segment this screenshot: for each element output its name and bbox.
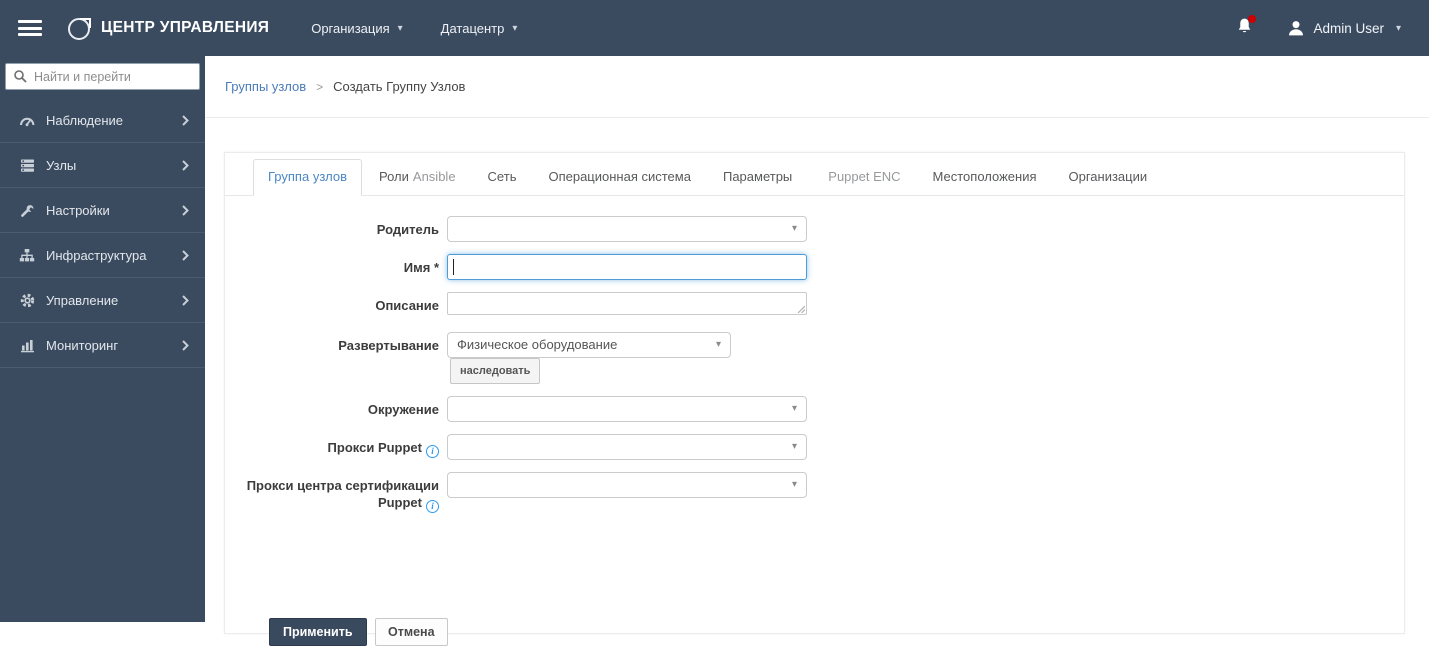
chevron-down-icon: ▾ [1396,23,1401,34]
gear-icon [18,293,36,308]
bar-chart-icon [18,338,36,353]
brand-logo[interactable]: ЦЕНТР УПРАВЛЕНИЯ [66,15,269,42]
description-label: Описание [225,292,447,315]
chevron-down-icon: ▾ [792,479,797,490]
servers-icon [18,158,36,173]
form-row-puppet-proxy: Прокси Puppeti ▾ [225,434,1404,460]
tab-locations[interactable]: Местоположения [918,159,1052,195]
name-label: Имя * [225,254,447,280]
top-navbar: ЦЕНТР УПРАВЛЕНИЯ Организация ▾ Датацентр… [0,0,1429,56]
tab-bar: Группа узлов РолиAnsible Сеть Операционн… [225,153,1404,196]
sidebar-item-hosts[interactable]: Узлы [0,143,205,188]
submit-button[interactable]: Применить [269,618,367,646]
chevron-right-icon [182,115,189,126]
chevron-down-icon: ▾ [792,441,797,452]
puppet-proxy-label: Прокси Puppeti [225,434,447,460]
puppet-ca-proxy-select[interactable]: ▾ [447,472,807,498]
tab-parameters[interactable]: Параметры [708,159,807,195]
tab-operating-system[interactable]: Операционная система [533,159,706,195]
tab-network[interactable]: Сеть [473,159,532,195]
search-icon [13,69,27,83]
user-menu[interactable]: Admin User ▾ [1287,19,1401,37]
breadcrumb-separator: > [316,80,323,94]
user-icon [1287,19,1305,37]
sidebar-item-administer[interactable]: Управление [0,278,205,323]
breadcrumb-current: Создать Группу Узлов [333,79,465,94]
puppet-proxy-select[interactable]: ▾ [447,434,807,460]
host-group-form: Родитель ▾ Имя * Описание [225,196,1404,646]
hamburger-menu-icon[interactable] [18,20,42,36]
sidebar-item-monitor[interactable]: Наблюдение [0,98,205,143]
notifications-button[interactable] [1236,17,1253,40]
organization-menu[interactable]: Организация ▾ [311,21,402,36]
description-textarea[interactable] [447,292,807,315]
inherit-button[interactable]: наследовать [450,358,540,384]
chevron-right-icon [182,250,189,261]
puppet-ca-proxy-label: Прокси центра сертификации Puppeti [225,472,447,513]
sidebar: Наблюдение Узлы [0,56,205,622]
form-row-puppet-ca-proxy: Прокси центра сертификации Puppeti ▾ [225,472,1404,513]
parent-select[interactable]: ▾ [447,216,807,242]
breadcrumb-host-groups-link[interactable]: Группы узлов [225,79,306,94]
user-name: Admin User [1313,21,1384,36]
tab-puppet-enc[interactable]: Puppet ENC [809,159,915,195]
form-row-description: Описание [225,292,1404,315]
breadcrumb: Группы узлов > Создать Группу Узлов [205,56,1429,118]
sitemap-icon [18,248,36,263]
chevron-right-icon [182,160,189,171]
tab-host-group[interactable]: Группа узлов [253,159,362,196]
info-icon[interactable]: i [426,445,439,458]
chevron-down-icon: ▾ [792,223,797,234]
form-row-name: Имя * [225,254,1404,280]
sidebar-item-monitoring[interactable]: Мониторинг [0,323,205,368]
chevron-right-icon [182,340,189,351]
form-row-parent: Родитель ▾ [225,216,1404,242]
logo-circle-icon [66,15,93,42]
deploy-on-label: Развертывание [225,332,447,384]
chevron-down-icon: ▾ [512,23,517,34]
tab-ansible-roles[interactable]: РолиAnsible [364,159,471,195]
chevron-down-icon: ▾ [398,23,403,34]
resize-handle-icon[interactable] [796,304,805,313]
name-input[interactable] [447,254,807,280]
environment-label: Окружение [225,396,447,422]
sidebar-item-infrastructure[interactable]: Инфраструктура [0,233,205,278]
environment-select[interactable]: ▾ [447,396,807,422]
datacenter-menu[interactable]: Датацентр ▾ [441,21,518,36]
chevron-down-icon: ▾ [716,339,721,350]
text-cursor [453,259,454,275]
sidebar-item-configure[interactable]: Настройки [0,188,205,233]
chevron-right-icon [182,205,189,216]
form-actions: Применить Отмена [225,618,1404,646]
search-input[interactable] [5,63,200,90]
info-icon[interactable]: i [426,500,439,513]
form-card: Группа узлов РолиAnsible Сеть Операционн… [224,152,1405,634]
notification-badge [1248,15,1256,23]
chevron-right-icon [182,295,189,306]
form-row-environment: Окружение ▾ [225,396,1404,422]
gauge-icon [18,113,36,128]
form-row-deploy-on: Развертывание Физическое оборудование ▾ … [225,332,1404,384]
cancel-button[interactable]: Отмена [375,618,448,646]
wrench-icon [18,203,36,218]
main-content: Группы узлов > Создать Группу Узлов Груп… [205,56,1429,622]
deploy-on-select[interactable]: Физическое оборудование ▾ [447,332,731,358]
parent-label: Родитель [225,216,447,242]
brand-title: ЦЕНТР УПРАВЛЕНИЯ [101,19,269,37]
tab-organizations[interactable]: Организации [1054,159,1163,195]
chevron-down-icon: ▾ [792,403,797,414]
